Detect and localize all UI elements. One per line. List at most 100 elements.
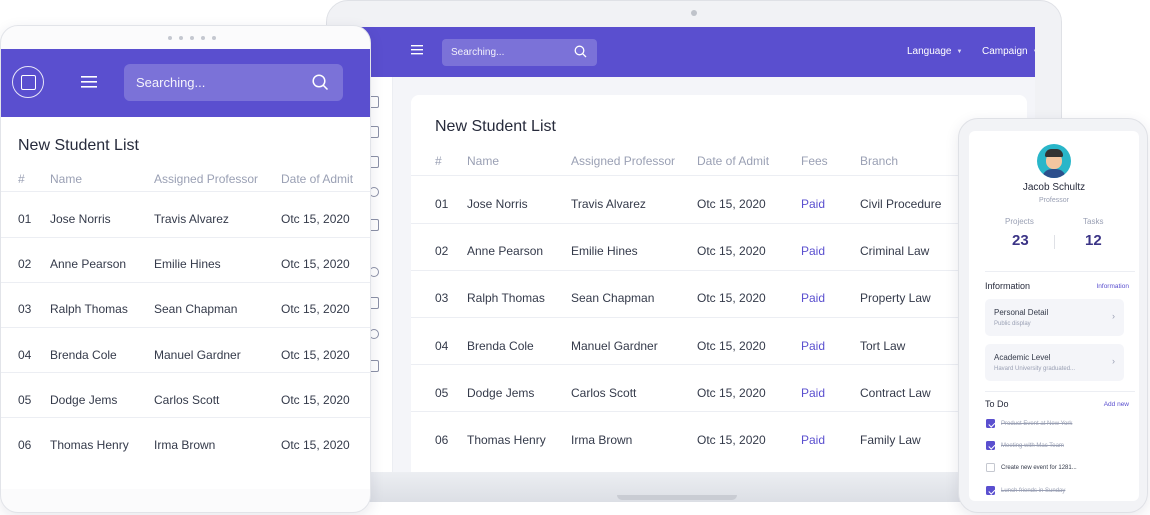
todo-checkbox[interactable] xyxy=(986,486,995,495)
column-header: Name xyxy=(50,172,83,186)
student-list-card: New Student List # Name Assigned Profess… xyxy=(411,95,1027,472)
table-cell-num: 01 xyxy=(435,197,449,211)
table-cell-num: 06 xyxy=(18,438,32,452)
table-cell-date: Otc 15, 2020 xyxy=(281,347,350,362)
tasks-label: Tasks xyxy=(1083,217,1104,226)
academic-level-item[interactable]: Academic Level Havard University graduat… xyxy=(985,344,1124,381)
projects-count: 23 xyxy=(1012,232,1029,249)
table-cell-professor: Irma Brown xyxy=(571,433,633,447)
card-title: New Student List xyxy=(18,137,139,154)
todo-title: To Do xyxy=(985,399,1009,409)
table-cell-num: 03 xyxy=(18,302,32,317)
row-divider xyxy=(411,411,1027,413)
projects-label: Projects xyxy=(1005,217,1034,226)
tablet-device: New Student List # Name Assigned Profess… xyxy=(0,25,371,513)
table-cell-name: Jose Norris xyxy=(467,197,528,211)
personal-detail-item[interactable]: Personal Detail Public display › xyxy=(985,299,1124,336)
table-cell-branch: Criminal Law xyxy=(860,244,930,259)
profile-name: Jacob Schultz xyxy=(1022,182,1086,193)
student-list-card: New Student List # Name Assigned Profess… xyxy=(1,117,370,489)
table-cell-date: Otc 15, 2020 xyxy=(281,392,350,407)
laptop-camera xyxy=(691,10,697,16)
laptop-device: Language ▼ Campaign ▼ New Student List xyxy=(319,0,1071,502)
table-cell-branch: Tort Law xyxy=(860,338,906,353)
language-label: Language xyxy=(907,46,952,57)
row-divider xyxy=(1,281,370,283)
row-divider xyxy=(411,175,1027,177)
search-box xyxy=(442,39,597,66)
table-cell-professor: Sean Chapman xyxy=(571,291,655,306)
table-cell-date: Otc 15, 2020 xyxy=(697,291,766,306)
table-cell-professor: Sean Chapman xyxy=(154,302,238,317)
avatar[interactable] xyxy=(1037,144,1071,178)
table-cell-date: Otc 15, 2020 xyxy=(697,338,766,353)
column-header: Assigned Professor xyxy=(571,154,676,168)
laptop-screen: Language ▼ Campaign ▼ New Student List xyxy=(345,27,1035,472)
search-box xyxy=(124,64,343,101)
table-cell-professor: Emilie Hines xyxy=(154,257,221,272)
item-title: Personal Detail xyxy=(994,308,1049,317)
chevron-down-icon: ▼ xyxy=(956,48,963,55)
campaign-menu[interactable]: Campaign ▼ xyxy=(982,46,1035,57)
add-new-link[interactable]: Add new xyxy=(1104,401,1129,408)
information-link[interactable]: Information xyxy=(1096,283,1129,290)
column-header: Branch xyxy=(860,154,899,168)
table-cell-branch: Family Law xyxy=(860,433,921,447)
todo-item[interactable]: Lunch friends in Sunday xyxy=(986,486,1065,495)
table-cell-professor: Irma Brown xyxy=(154,438,216,452)
row-divider xyxy=(1,372,370,374)
chevron-right-icon: › xyxy=(1112,311,1115,321)
table-cell-num: 04 xyxy=(18,347,32,362)
table-cell-date: Otc 15, 2020 xyxy=(281,212,350,226)
column-header: Date of Admit xyxy=(697,154,770,168)
table-cell-date: Otc 15, 2020 xyxy=(281,438,350,452)
table-cell-name: Anne Pearson xyxy=(50,257,127,272)
table-cell-name: Ralph Thomas xyxy=(50,302,128,317)
column-header: Fees xyxy=(801,154,828,168)
card-title: New Student List xyxy=(435,118,556,135)
table-cell-fees: Paid xyxy=(801,385,826,400)
table-cell-professor: Travis Alvarez xyxy=(154,212,229,226)
table-cell-professor: Travis Alvarez xyxy=(571,197,646,211)
chevron-down-icon: ▼ xyxy=(1033,49,1035,55)
todo-checkbox[interactable] xyxy=(986,419,995,428)
table-cell-name: Jose Norris xyxy=(50,212,111,226)
search-icon[interactable] xyxy=(574,45,587,58)
todo-item[interactable]: Product Event at New York xyxy=(986,419,1072,428)
item-subtitle: Havard University graduated... xyxy=(994,366,1076,372)
university-logo-icon[interactable] xyxy=(12,66,44,98)
todo-checkbox[interactable] xyxy=(986,441,995,450)
hamburger-menu-icon[interactable] xyxy=(81,76,97,88)
phone-device: Jacob Schultz Professor Projects 23 Task… xyxy=(958,118,1148,513)
column-header: Assigned Professor xyxy=(154,172,259,186)
table-cell-date: Otc 15, 2020 xyxy=(697,433,766,447)
todo-label: Meeting with Mac Team xyxy=(1001,442,1064,449)
language-menu[interactable]: Language ▼ xyxy=(907,46,962,57)
todo-label: Lunch friends in Sunday xyxy=(1001,487,1066,494)
table-cell-name: Brenda Cole xyxy=(467,338,534,353)
app-header xyxy=(1,49,370,117)
table-cell-num: 04 xyxy=(435,338,449,353)
todo-item[interactable]: Meeting with Mac Team xyxy=(986,441,1064,450)
table-cell-fees: Paid xyxy=(801,338,826,353)
profile-panel: Jacob Schultz Professor Projects 23 Task… xyxy=(969,131,1139,501)
column-header: # xyxy=(435,154,442,168)
table-cell-name: Dodge Jems xyxy=(467,385,535,400)
information-title: Information xyxy=(985,281,1031,291)
table-cell-name: Ralph Thomas xyxy=(467,291,545,306)
column-header: Name xyxy=(467,154,500,168)
table-cell-name: Anne Pearson xyxy=(467,244,544,259)
search-input[interactable] xyxy=(442,39,562,66)
table-cell-professor: Manuel Gardner xyxy=(154,347,241,362)
search-input[interactable] xyxy=(124,64,304,101)
hamburger-menu-icon[interactable] xyxy=(411,45,423,55)
divider xyxy=(985,271,1135,272)
row-divider xyxy=(411,317,1027,318)
search-icon[interactable] xyxy=(312,74,329,91)
table-cell-num: 05 xyxy=(18,392,32,407)
table-cell-professor: Emilie Hines xyxy=(571,244,638,259)
table-cell-date: Otc 15, 2020 xyxy=(281,257,350,272)
table-cell-num: 02 xyxy=(18,257,32,272)
todo-item[interactable]: Create new event for 1281... xyxy=(986,463,1077,472)
todo-checkbox[interactable] xyxy=(986,463,995,472)
